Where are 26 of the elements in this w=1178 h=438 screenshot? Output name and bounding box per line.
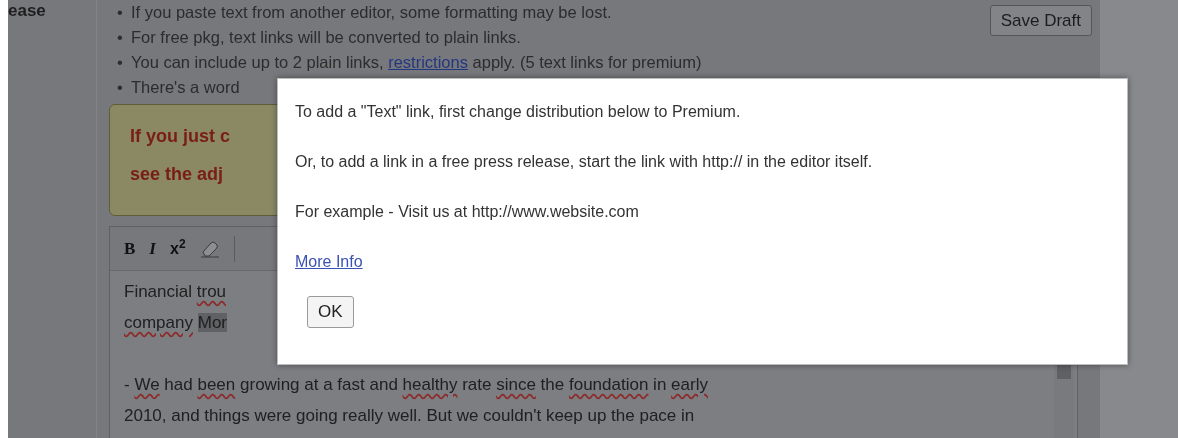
bullet-marker: • [116,52,124,73]
save-draft-button[interactable]: Save Draft [989,5,1092,36]
dialog-message: Or, to add a link in a free press release, start the link with http:// in the editor itself. [295,153,873,171]
note-item: For free pkg, text links will be converted to plain links. [131,27,521,48]
italic-button[interactable]: I [149,235,156,262]
bullet-marker: • [116,77,124,98]
dialog-message: To add a "Text" link, first change distribution below to Premium. [295,103,741,121]
restrictions-link[interactable]: restrictions [388,53,468,71]
ok-button[interactable]: OK [307,296,354,328]
note-item: There's a word [131,77,240,98]
editor-text-line: - We had been growing at a fast and healthy rate since the foundation in early [124,374,708,396]
dialog-message: For example - Visit us at http://www.website.com [295,203,639,221]
eraser-icon[interactable] [199,239,220,258]
editor-text-line: company Mor [124,312,227,334]
editor-text-line: 2010, and things were going really well. But we couldn't keep up the pace in [124,405,695,427]
superscript-button[interactable]: x$^{2}$ [169,236,186,261]
more-info-link[interactable]: More Info [295,253,363,271]
bullet-marker: • [116,27,124,48]
notice-text: If you just c [130,125,230,148]
bullet-marker: • [116,2,124,23]
note-item: You can include up to 2 plain links, restrictions apply. (5 text links for premium) [131,52,702,73]
field-label: ease [8,0,46,22]
note-item: If you paste text from another editor, some formatting may be lost. [131,2,612,23]
editor-text-line: Financial trou [124,281,227,303]
notice-text: see the adj [130,163,224,186]
bold-button[interactable]: B [124,235,136,262]
